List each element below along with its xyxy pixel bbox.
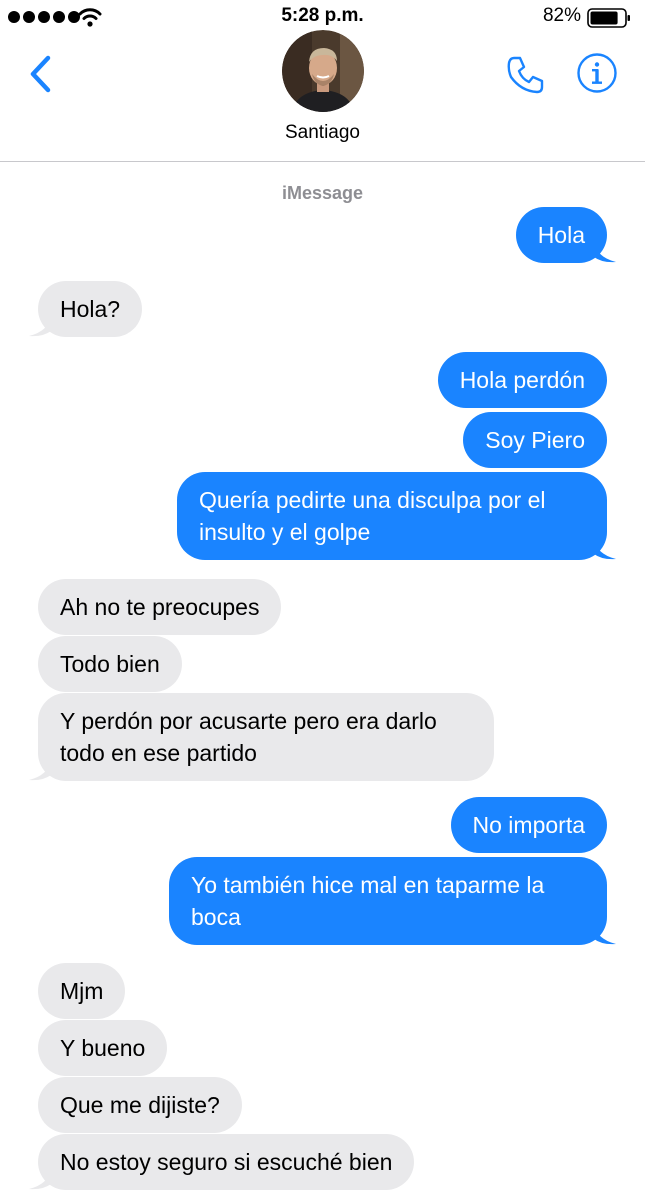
received-message-bubble[interactable]: Que me dijiste? xyxy=(38,1077,242,1133)
message-text: Hola perdón xyxy=(459,367,585,393)
sent-message-bubble[interactable]: Quería pedirte una disculpa por el insul… xyxy=(177,472,616,560)
message-text: Ah no te preocupes xyxy=(60,594,260,620)
sent-message-bubble[interactable]: No importa xyxy=(450,797,607,853)
message-list: Hola Hola? Hola perdón Soy Piero Quería pedi… xyxy=(0,0,645,1200)
received-message-bubble[interactable]: Todo bien xyxy=(38,636,182,692)
received-message-bubble[interactable]: Y bueno xyxy=(38,1020,168,1076)
sent-message-bubble[interactable]: Yo también hice mal en taparme la boca xyxy=(169,857,616,945)
bubble-tail xyxy=(594,923,616,945)
received-message-bubble[interactable]: Ah no te preocupes xyxy=(38,579,282,635)
message-text: No estoy seguro si escuché bien xyxy=(60,1149,393,1175)
message-text: Y bueno xyxy=(60,1035,146,1061)
bubble-tail xyxy=(594,538,616,560)
received-message-bubble[interactable]: No estoy seguro si escuché bien xyxy=(29,1134,415,1190)
message-text: Soy Piero xyxy=(485,427,585,453)
message-text: Yo también hice mal en taparme la boca xyxy=(191,872,545,930)
message-text: Y perdón por acusarte pero era darlo tod… xyxy=(60,708,437,766)
message-text: No importa xyxy=(472,812,585,838)
sent-message-bubble[interactable]: Hola xyxy=(515,207,616,263)
message-text: Hola? xyxy=(60,296,121,322)
message-text: Quería pedirte una disculpa por el insul… xyxy=(199,487,546,545)
received-message-bubble[interactable]: Mjm xyxy=(38,963,126,1019)
message-text: Hola xyxy=(537,222,585,248)
message-text: Que me dijiste? xyxy=(60,1092,220,1118)
sent-message-bubble[interactable]: Soy Piero xyxy=(463,412,607,468)
bubble-tail xyxy=(594,241,616,263)
bubble-tail xyxy=(29,759,51,781)
received-message-bubble[interactable]: Hola? xyxy=(29,281,143,337)
message-text: Mjm xyxy=(60,978,104,1004)
received-message-bubble[interactable]: Y perdón por acusarte pero era darlo tod… xyxy=(29,693,494,781)
message-text: Todo bien xyxy=(60,651,160,677)
bubble-tail xyxy=(29,315,51,337)
sent-message-bubble[interactable]: Hola perdón xyxy=(437,352,607,408)
bubble-tail xyxy=(29,1168,51,1190)
